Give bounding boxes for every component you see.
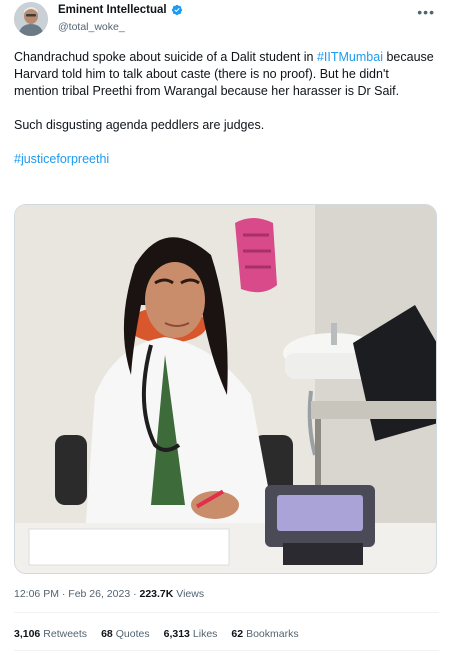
stat-label: Quotes xyxy=(115,628,150,640)
avatar-image xyxy=(14,2,48,36)
views-label: Views xyxy=(173,588,205,600)
stat-count: 3,106 xyxy=(14,628,41,640)
stat-label: Likes xyxy=(192,628,218,640)
author-handle[interactable]: @total_woke_ xyxy=(58,21,125,33)
tweet-photo[interactable] xyxy=(14,204,437,574)
stat-label: Retweets xyxy=(43,628,88,640)
stat-likes[interactable]: 6,313 Likes xyxy=(164,628,218,640)
more-options-icon[interactable]: ••• xyxy=(417,4,435,20)
tweet-text-part: Such disgusting agenda peddlers are judg… xyxy=(14,118,265,132)
author-name[interactable]: Eminent Intellectual xyxy=(58,4,167,16)
stat-retweets[interactable]: 3,106 Retweets xyxy=(14,628,87,640)
views-count: 223.7K xyxy=(139,588,174,600)
stat-count: 68 xyxy=(101,628,113,640)
stat-label: Bookmarks xyxy=(246,628,299,640)
tweet-stats: 3,106 Retweets 68 Quotes 6,313 Likes 62 Book… xyxy=(14,628,313,640)
stat-quotes[interactable]: 68 Quotes xyxy=(101,628,150,640)
verified-badge-icon xyxy=(171,4,182,16)
stat-count: 6,313 xyxy=(163,628,190,640)
tweet-meta: 12:06 PM · Feb 26, 2023 · 223.7K Views xyxy=(14,588,204,600)
hashtag-link[interactable]: #justiceforpreethi xyxy=(14,152,109,166)
stat-bookmarks[interactable]: 62 Bookmarks xyxy=(231,628,298,640)
tweet-text-part: Chandrachud spoke about suicide of a Dal… xyxy=(14,50,317,64)
stat-count: 62 xyxy=(231,628,244,640)
avatar[interactable] xyxy=(14,2,48,36)
tweet-text: Chandrachud spoke about suicide of a Dal… xyxy=(14,49,436,168)
divider xyxy=(14,650,439,651)
divider xyxy=(14,612,439,613)
photo-doctor-image xyxy=(15,205,436,573)
timestamp[interactable]: 12:06 PM · Feb 26, 2023 · xyxy=(14,588,140,600)
tweet-header: Eminent Intellectual @total_woke_ ••• xyxy=(14,2,439,38)
hashtag-link[interactable]: #IITMumbai xyxy=(317,50,383,64)
